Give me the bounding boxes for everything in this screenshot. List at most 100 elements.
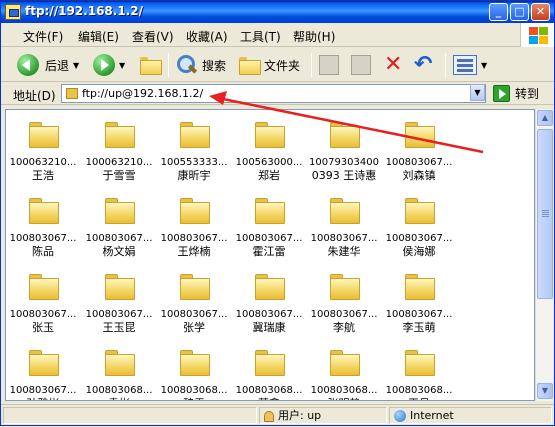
vertical-scrollbar[interactable]: ▲ ▼ [535,109,553,401]
folder-id: 100803068... [85,385,153,396]
folder-icon [330,350,360,376]
search-button[interactable]: 搜索 [175,52,226,78]
folder-name: 康昕宇 [177,169,211,182]
scroll-down-icon[interactable]: ▼ [537,383,553,399]
delete-icon: ✕ [384,52,403,77]
folder-icon [405,274,435,300]
forward-button[interactable]: ▼ [93,52,125,78]
folder-item[interactable]: 100063210... 王浩 [6,114,80,190]
search-label: 搜索 [202,58,227,73]
address-field[interactable]: ftp://up@192.168.1.2/ [61,84,486,103]
forward-dropdown-icon[interactable]: ▼ [119,61,125,70]
menu-help[interactable]: 帮助(H) [293,28,335,45]
folder-item[interactable]: 100803068...王丹 [382,342,456,400]
copy-to-button[interactable] [351,52,371,78]
folder-item[interactable]: 100553333... 康昕宇 [157,114,231,190]
folder-item[interactable]: 100803067... 张学 [157,266,231,342]
folder-item[interactable]: 100803067... 陈品 [6,190,80,266]
status-zone: Internet [389,407,552,424]
folder-id: 100803068... [235,385,303,396]
folder-id: 100803067... [9,309,77,320]
copy-to-icon [351,55,371,75]
menu-view[interactable]: 查看(V) [132,28,174,45]
folder-icon [105,198,135,224]
toolbar: 后退 ▼ ▼ 搜索 文件夹 ✕ ↶ ▼ [1,48,554,82]
folder-item[interactable]: 100803067... 李玉萌 [382,266,456,342]
folder-item[interactable]: 100803067...孙雅彬 [6,342,80,400]
menu-favorites[interactable]: 收藏(A) [186,28,228,45]
folder-id: 100803067... [235,309,303,320]
folder-item[interactable]: 100803067... 王烨楠 [157,190,231,266]
back-arrow-icon [17,54,39,76]
menu-file[interactable]: 文件(F) [23,28,63,45]
up-folder-icon [140,57,162,75]
folder-item[interactable]: 10079303400 0393 王诗惠 [307,114,381,190]
forward-arrow-icon [93,54,115,76]
menu-edit[interactable]: 编辑(E) [78,28,119,45]
back-dropdown-icon[interactable]: ▼ [73,61,79,70]
maximize-button[interactable]: □ [510,3,529,21]
folder-item[interactable]: 100803067... 张玉 [6,266,80,342]
undo-button[interactable]: ↶ [414,52,432,78]
scroll-thumb[interactable] [537,129,553,299]
folder-item[interactable]: 100063210... 于雪雪 [82,114,156,190]
folder-name: 张学 [183,321,205,334]
internet-zone-icon [394,410,406,422]
folder-item[interactable]: 100803067... 朱建华 [307,190,381,266]
address-dropdown-icon[interactable]: ▼ [470,84,485,101]
address-value[interactable]: ftp://up@192.168.1.2/ [82,87,203,100]
folder-name: 袁彬 [82,397,156,400]
folder-id: 100563000... [235,157,303,168]
menu-tools[interactable]: 工具(T) [240,28,281,45]
views-icon [453,55,477,75]
folder-id: 100803067... [9,233,77,244]
folders-button[interactable]: 文件夹 [239,52,300,78]
folder-name: 侯海娜 [402,245,436,258]
folder-id: 100803068... [160,385,228,396]
folder-id: 100803067... [310,233,378,244]
views-dropdown-icon[interactable]: ▼ [481,61,487,70]
folder-icon [180,122,210,148]
folder-icon [405,198,435,224]
explorer-window: ftp://192.168.1.2/ _ □ ✕ 文件(F) 编辑(E) 查看(… [0,0,555,426]
folder-item[interactable]: 100803068...葛鑫 [232,342,306,400]
folder-item[interactable]: 100563000... 郑岩 [232,114,306,190]
delete-button[interactable]: ✕ [384,52,402,78]
folder-item[interactable]: 100803067... 李航 [307,266,381,342]
back-button[interactable]: 后退 ▼ [17,52,79,78]
file-list-pane[interactable]: 100063210... 王浩 100063210... 于雪雪 100553333..… [5,109,535,401]
folder-item[interactable]: 100803067... 杨文娟 [82,190,156,266]
status-user: 用户: up [259,407,387,424]
folder-name: 朱建华 [327,245,361,258]
folder-icon [105,274,135,300]
folder-item[interactable]: 100803067... 侯海娜 [382,190,456,266]
folder-item[interactable]: 100803068...袁彬 [82,342,156,400]
folder-icon [255,122,285,148]
folder-item[interactable]: 100803067... 刘森镇 [382,114,456,190]
folder-id: 100803067... [85,233,153,244]
folder-name: 王丹 [382,397,456,400]
toolbar-separator [445,53,446,77]
views-button[interactable]: ▼ [453,52,487,78]
folder-item[interactable]: 100803067... 王玉昆 [82,266,156,342]
folder-item[interactable]: 100803067... 霍江雷 [232,190,306,266]
folder-name: 王烨楠 [177,245,211,258]
move-to-button[interactable] [319,52,339,78]
minimize-button[interactable]: _ [489,3,508,21]
folder-item[interactable]: 100803067... 冀瑞康 [232,266,306,342]
status-user-text: 用户: up [278,409,322,422]
folder-name: 冀瑞康 [252,321,286,334]
folder-icon [255,274,285,300]
folder-item[interactable]: 100803068...张明静 [307,342,381,400]
up-folder-button[interactable] [140,52,162,78]
folder-id: 100803067... [385,233,453,244]
scroll-up-icon[interactable]: ▲ [537,110,553,126]
folders-label: 文件夹 [264,58,301,73]
window-title: ftp://192.168.1.2/ [25,4,143,18]
folder-item[interactable]: 100803068...魏雪 [157,342,231,400]
folder-id: 10079303400 [309,157,379,168]
title-bar[interactable]: ftp://192.168.1.2/ _ □ ✕ [1,1,554,23]
close-button[interactable]: ✕ [531,3,550,21]
go-button[interactable]: 转到 [493,84,539,103]
search-icon [175,54,197,76]
